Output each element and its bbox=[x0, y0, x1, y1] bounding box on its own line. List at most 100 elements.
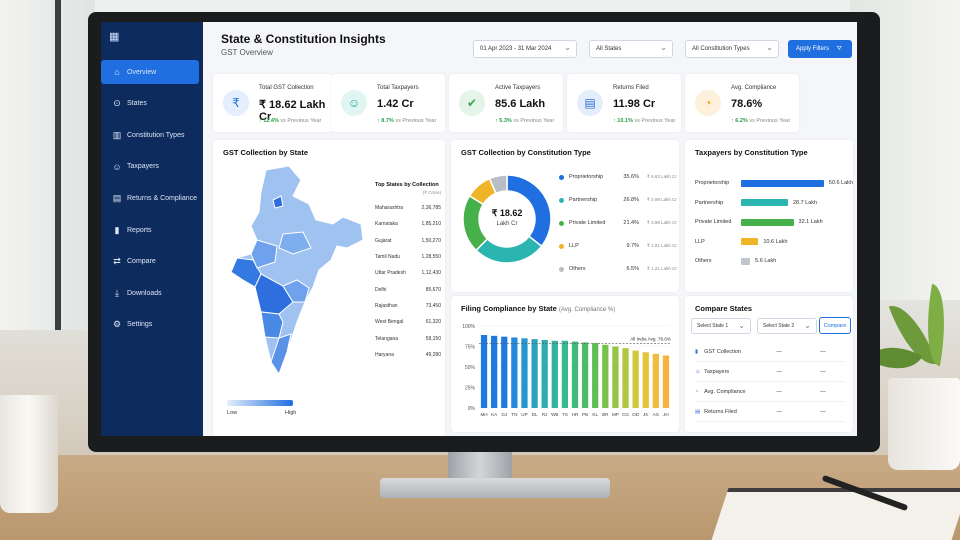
users-icon: ☺ bbox=[695, 368, 701, 375]
table-row[interactable]: Telangana 59,150 bbox=[375, 330, 445, 346]
state-value: 2,36,785 bbox=[421, 205, 441, 212]
kpi-change-note: vs Previous Year bbox=[395, 118, 437, 124]
kpi-card: ☺ Total Taxpayers 1.42 Cr ↑ 8.7% vs Previou… bbox=[331, 74, 445, 132]
table-row[interactable]: Tamil Nadu 1,28,550 bbox=[375, 249, 445, 265]
table-row[interactable]: Haryana 49,280 bbox=[375, 347, 445, 363]
taxpayer-bar[interactable] bbox=[741, 199, 788, 206]
state-name: Rajasthan bbox=[375, 302, 398, 309]
donut-center-unit: Lakh Cr bbox=[496, 221, 518, 227]
table-unit: (₹ Crore) bbox=[422, 190, 441, 195]
bar[interactable] bbox=[521, 338, 528, 408]
bar-value-label: 32.1 Lakh bbox=[798, 219, 823, 225]
bar[interactable] bbox=[501, 336, 508, 408]
table-row[interactable]: Maharashtra 2,36,785 bbox=[375, 200, 445, 216]
page-title: State & Constitution Insights bbox=[221, 32, 386, 46]
sidebar-item-compare[interactable]: ⇄ Compare bbox=[101, 250, 203, 274]
state2-select[interactable]: Select State 2 bbox=[757, 318, 817, 334]
bar[interactable] bbox=[622, 348, 629, 408]
sidebar-item-downloads[interactable]: ⤓ Downloads bbox=[101, 281, 203, 305]
location-pin-icon: ⊙ bbox=[113, 98, 121, 109]
donut-legend-item: Partnership 26.8% ₹ 4.99 Lakh Cr bbox=[559, 197, 677, 203]
bar[interactable] bbox=[592, 343, 599, 408]
state-value: 49,280 bbox=[425, 351, 441, 358]
legend-amount: ₹ 1.21 Lakh Cr bbox=[647, 266, 677, 271]
compare-value-state2: — bbox=[820, 408, 826, 415]
sidebar-item-label: Reports bbox=[127, 226, 152, 234]
taxpayer-bar[interactable] bbox=[741, 218, 794, 226]
bar[interactable] bbox=[541, 339, 548, 408]
apply-filters-button[interactable]: Apply Filters ⛛ bbox=[788, 40, 852, 58]
state-name: West Bengal bbox=[375, 319, 404, 326]
gear-icon: ⚙ bbox=[112, 319, 122, 330]
bar[interactable] bbox=[612, 346, 619, 409]
taxpayer-bar[interactable] bbox=[741, 238, 759, 245]
bar[interactable] bbox=[491, 335, 498, 408]
bar[interactable] bbox=[571, 341, 579, 408]
kpi-label: Returns Filed bbox=[613, 85, 649, 91]
bar[interactable] bbox=[511, 337, 518, 408]
bar[interactable] bbox=[531, 339, 538, 408]
sidebar-item-overview[interactable]: ⌂ Overview bbox=[101, 60, 199, 84]
legend-percent: 6.5% bbox=[626, 266, 639, 272]
bar[interactable] bbox=[551, 340, 558, 408]
sidebar-item-returns-compliance[interactable]: ▤ Returns & Compliance bbox=[101, 186, 203, 210]
kpi-icon: ◔ bbox=[695, 90, 721, 116]
state-name: Gujarat bbox=[375, 237, 392, 244]
bar[interactable] bbox=[632, 350, 639, 408]
sidebar-item-constitution-types[interactable]: ▥ Constitution Types bbox=[101, 123, 203, 147]
home-icon: ⌂ bbox=[114, 67, 120, 77]
sidebar-item-reports[interactable]: ▮ Reports bbox=[101, 218, 203, 242]
compliance-bar-card: Filing Compliance by State (Avg. Complia… bbox=[451, 296, 679, 432]
compare-metric-label: GST Collection bbox=[704, 348, 741, 355]
bar[interactable] bbox=[652, 353, 659, 408]
kpi-label: Total GST Collection bbox=[259, 85, 314, 91]
state-name: Telangana bbox=[375, 335, 399, 342]
kpi-label: Active Taxpayers bbox=[495, 85, 541, 91]
legend-amount: ₹ 6.63 Lakh Cr bbox=[647, 174, 677, 179]
constitution-filter-select[interactable]: All Constitution Types bbox=[685, 40, 779, 58]
donut-legend-item: Proprietorship 35.6% ₹ 6.63 Lakh Cr bbox=[559, 174, 677, 180]
x-tick-label: UP bbox=[521, 412, 527, 417]
sidebar-item-taxpayers[interactable]: ☺ Taxpayers bbox=[101, 155, 203, 179]
bar[interactable] bbox=[602, 344, 609, 408]
table-row[interactable]: Gujarat 1,50,270 bbox=[375, 233, 445, 249]
taxpayer-bar[interactable] bbox=[741, 179, 824, 187]
bar[interactable] bbox=[480, 335, 488, 408]
sidebar-item-states[interactable]: ⊙ States bbox=[101, 92, 203, 116]
y-tick-label: 75% bbox=[465, 345, 476, 351]
state1-select[interactable]: Select State 1 bbox=[691, 318, 751, 334]
table-row[interactable]: Karnataka 1,85,210 bbox=[375, 216, 445, 232]
sidebar-item-settings[interactable]: ⚙ Settings bbox=[101, 313, 203, 337]
bar[interactable] bbox=[642, 352, 649, 408]
map-region-karnataka[interactable] bbox=[260, 311, 284, 339]
taxpayer-bar-row: LLP 10.6 Lakh bbox=[695, 237, 788, 247]
state-filter-select[interactable]: All States bbox=[589, 40, 673, 58]
bar[interactable] bbox=[662, 355, 670, 408]
taxpayer-bar[interactable] bbox=[741, 257, 751, 265]
page-subtitle: GST Overview bbox=[221, 48, 273, 57]
state-name: Maharashtra bbox=[375, 205, 404, 212]
table-row[interactable]: Delhi 85,670 bbox=[375, 281, 445, 297]
india-map[interactable] bbox=[221, 162, 371, 392]
bar-label: Private Limited bbox=[695, 219, 732, 225]
bar[interactable] bbox=[561, 340, 569, 408]
donut-chart[interactable] bbox=[457, 164, 557, 274]
legend-amount: ₹ 4.99 Lakh Cr bbox=[647, 197, 677, 202]
compare-value-state1: — bbox=[776, 408, 782, 415]
x-tick-label: PB bbox=[582, 412, 588, 417]
compare-row: ◔ Avg. Compliance — — bbox=[695, 382, 845, 402]
date-range-select[interactable]: 01 Apr 2023 - 31 Mar 2024 bbox=[473, 40, 577, 58]
table-row[interactable]: Uttar Pradesh 1,12,430 bbox=[375, 265, 445, 281]
legend-percent: 21.4% bbox=[623, 220, 639, 226]
kpi-value: 11.98 Cr bbox=[613, 98, 656, 110]
legend-name: Proprietorship bbox=[569, 174, 604, 180]
app-grid-icon[interactable]: ▦ bbox=[109, 30, 119, 43]
compare-metric-label: Taxpayers bbox=[704, 368, 730, 375]
legend-swatch bbox=[559, 197, 564, 203]
bar[interactable] bbox=[581, 342, 589, 408]
compare-button[interactable]: Compare bbox=[819, 317, 851, 334]
table-row[interactable]: West Bengal 61,320 bbox=[375, 314, 445, 330]
table-row[interactable]: Rajasthan 73,450 bbox=[375, 298, 445, 314]
dashboard-screen: ▦ ⌂ Overview ⊙ States ▥ Constitution Types ☺ Ta… bbox=[101, 22, 857, 436]
legend-name: LLP bbox=[569, 243, 579, 249]
